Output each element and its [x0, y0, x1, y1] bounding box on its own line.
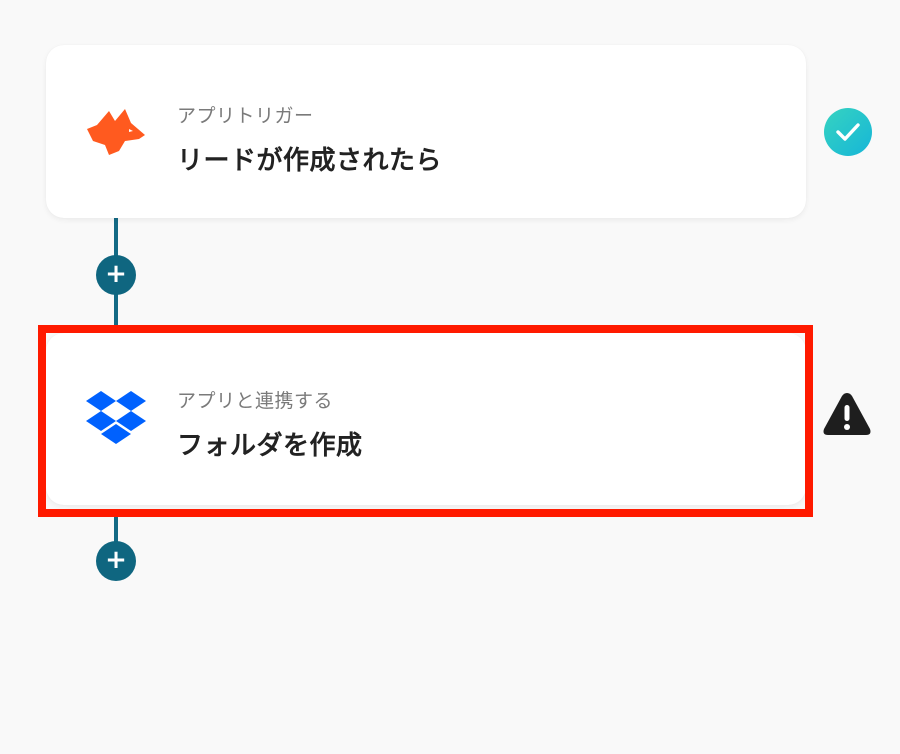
fox-icon: [84, 100, 148, 164]
step-subtitle: アプリと連携する: [177, 390, 334, 412]
dropbox-icon: [84, 387, 148, 451]
trigger-step-card[interactable]: アプリトリガー リードが作成されたら: [46, 45, 806, 218]
flow-canvas: アプリトリガー リードが作成されたら + アプリと連携する フォルダを作成 +: [0, 0, 900, 754]
step-title: リードが作成されたら: [177, 146, 443, 176]
check-icon: [824, 108, 872, 156]
add-step-button[interactable]: +: [96, 541, 136, 581]
step-subtitle: アプリトリガー: [177, 105, 314, 127]
step-title: フォルダを作成: [177, 431, 363, 461]
warning-icon: [822, 391, 872, 437]
plus-icon: +: [105, 545, 127, 575]
add-step-button[interactable]: +: [96, 255, 136, 295]
action-step-card[interactable]: アプリと連携する フォルダを作成: [46, 333, 806, 505]
plus-icon: +: [105, 259, 127, 289]
